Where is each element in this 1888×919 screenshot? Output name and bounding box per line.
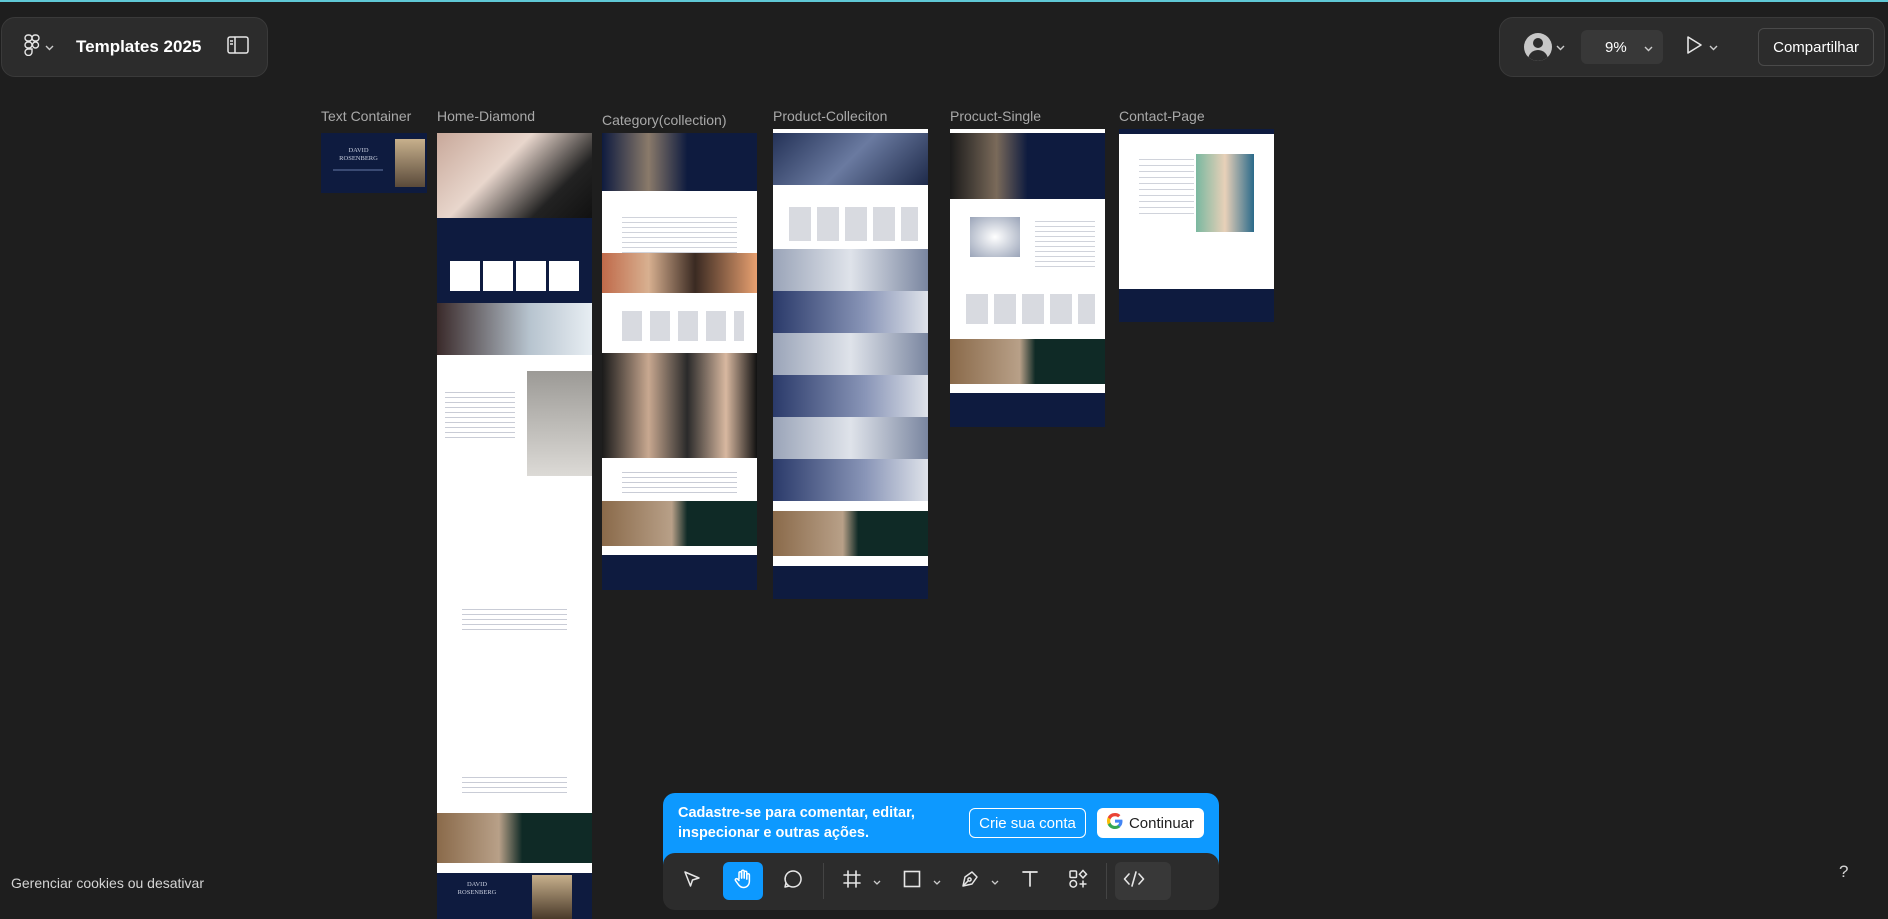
- manage-cookies-link[interactable]: Gerenciar cookies ou desativar: [11, 875, 204, 891]
- sidebar-icon: [227, 35, 249, 59]
- text-tool[interactable]: [1013, 862, 1047, 900]
- chevron-down-icon: [873, 872, 881, 890]
- google-icon: [1106, 813, 1123, 833]
- frame-label-product-collection[interactable]: Product-Colleciton: [773, 108, 887, 124]
- frame-tool-dropdown[interactable]: [871, 862, 883, 900]
- create-account-button[interactable]: Crie sua conta: [969, 808, 1086, 838]
- comment-tool[interactable]: [774, 862, 812, 900]
- frame-tool[interactable]: [835, 862, 869, 900]
- shape-tool[interactable]: [895, 862, 929, 900]
- frame-thumbnail-category[interactable]: [602, 133, 757, 590]
- text-icon: [1020, 869, 1040, 894]
- signup-banner-text: Cadastre-se para comentar, editar, inspe…: [678, 805, 915, 841]
- code-icon: [1123, 870, 1145, 893]
- shape-tool-dropdown[interactable]: [931, 862, 943, 900]
- figma-logo-icon: [24, 33, 40, 61]
- toolbar-divider: [823, 863, 824, 899]
- continue-label: Continuar: [1128, 814, 1195, 832]
- frame-icon: [842, 869, 862, 894]
- top-right-controls: 9% Compartilhar: [1499, 17, 1885, 77]
- hand-icon: [732, 868, 754, 895]
- resources-tool[interactable]: [1061, 862, 1095, 900]
- pen-icon: [959, 868, 981, 895]
- pen-tool[interactable]: [953, 862, 987, 900]
- brand-text-line1: DAVID: [466, 881, 488, 888]
- rectangle-icon: [902, 869, 922, 894]
- frame-label-text-container[interactable]: Text Container: [321, 108, 411, 124]
- frame-label-category[interactable]: Category(collection): [602, 112, 727, 128]
- pen-tool-dropdown[interactable]: [989, 862, 1001, 900]
- brand-text-line2: ROSENBERG: [457, 889, 497, 896]
- frame-label-home-diamond[interactable]: Home-Diamond: [437, 108, 535, 124]
- comment-icon: [783, 869, 803, 894]
- chevron-down-icon: [1644, 39, 1653, 56]
- toggle-sidebar-button[interactable]: [227, 35, 249, 59]
- brand-text-line1: DAVID: [348, 147, 369, 154]
- frame-thumbnail-text-container[interactable]: DAVID ROSENBERG: [321, 133, 427, 193]
- chevron-down-icon: [45, 38, 54, 56]
- chevron-down-icon: [991, 872, 999, 890]
- zoom-dropdown[interactable]: 9%: [1581, 30, 1663, 64]
- file-title[interactable]: Templates 2025: [76, 37, 201, 57]
- toolbar-divider: [1106, 863, 1107, 899]
- components-icon: [1067, 868, 1089, 895]
- present-button[interactable]: [1685, 35, 1718, 60]
- frame-thumbnail-home-diamond[interactable]: DAVID ROSENBERG: [437, 133, 592, 919]
- avatar: [1524, 33, 1552, 61]
- frame-thumbnail-contact-page[interactable]: [1119, 129, 1274, 322]
- chevron-down-icon: [933, 872, 941, 890]
- bottom-toolbar: [663, 853, 1219, 910]
- chevron-down-icon: [1709, 38, 1718, 56]
- frame-thumbnail-product-single[interactable]: [950, 129, 1105, 427]
- user-menu-button[interactable]: [1524, 33, 1565, 61]
- dev-mode-toggle[interactable]: [1115, 862, 1171, 900]
- zoom-level: 9%: [1605, 38, 1627, 56]
- share-button[interactable]: Compartilhar: [1758, 28, 1874, 66]
- cursor-icon: [682, 869, 702, 894]
- frame-thumbnail-product-collection[interactable]: [773, 129, 928, 599]
- frame-label-contact-page[interactable]: Contact-Page: [1119, 108, 1205, 124]
- main-menu-button[interactable]: [24, 33, 54, 61]
- frame-label-product-single[interactable]: Procuct-Single: [950, 108, 1041, 124]
- help-button[interactable]: ?: [1839, 862, 1848, 882]
- brand-text-line2: ROSENBERG: [339, 155, 378, 162]
- top-accent-line: [0, 0, 1888, 2]
- continue-with-google-button[interactable]: Continuar: [1097, 808, 1204, 838]
- play-icon: [1685, 35, 1703, 60]
- file-menu-bar: Templates 2025: [1, 17, 268, 77]
- chevron-down-icon: [1556, 38, 1565, 56]
- hand-tool[interactable]: [723, 862, 763, 900]
- move-tool[interactable]: [673, 862, 711, 900]
